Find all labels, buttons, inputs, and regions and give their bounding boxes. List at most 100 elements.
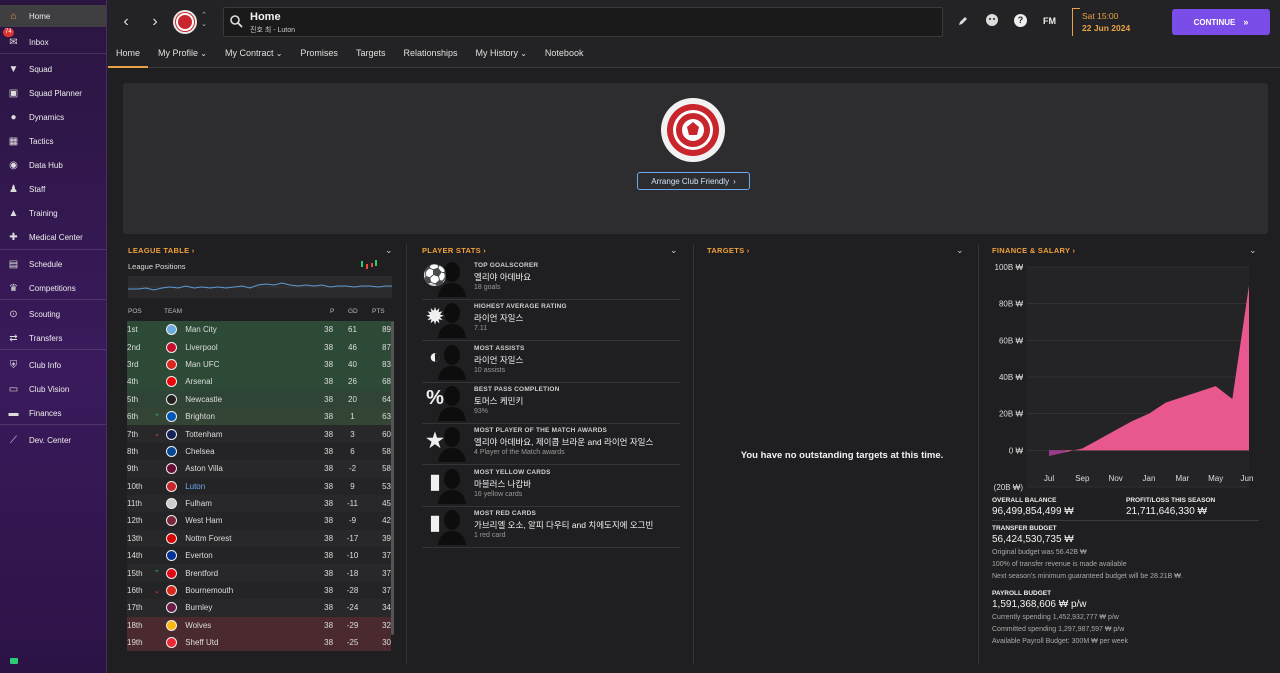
- trophy-icon: ♛: [9, 282, 18, 294]
- manager-face-icon[interactable]: [985, 13, 999, 27]
- table-row[interactable]: 2nd Liverpool 38 46 87: [127, 338, 391, 356]
- player-stat-item[interactable]: % BEST PASS COMPLETION 토머스 케민키 93%: [422, 383, 680, 424]
- search-box[interactable]: Home 진호 최 - Luton: [223, 7, 943, 37]
- table-row[interactable]: 9th Aston Villa 38 -2 58: [127, 460, 391, 478]
- club-crest-icon: [166, 373, 185, 390]
- column-header-pts: PTS: [372, 308, 385, 315]
- points-cell: 58: [382, 464, 391, 474]
- club-crest-button[interactable]: [173, 10, 197, 34]
- league-table-scrollbar[interactable]: [391, 321, 394, 635]
- continue-button[interactable]: CONTINUE »: [1172, 9, 1270, 35]
- sidebar-item-staff[interactable]: ♟ Staff: [0, 178, 106, 200]
- sidebar-item-inbox[interactable]: ✉ 74 Inbox: [0, 28, 106, 53]
- finance-menu-icon[interactable]: ⌄: [1249, 245, 1257, 256]
- player-stat-item[interactable]: ⚽ TOP GOALSCORER 엘리야 아데바요 18 goals: [422, 259, 680, 300]
- stat-player-name[interactable]: 엘리야 아데바요, 제이콥 브라운 and 라이언 자일스: [474, 436, 653, 448]
- sidebar-item-dynamics[interactable]: ● Dynamics: [0, 106, 106, 128]
- player-stat-item[interactable]: ★ MOST PLAYER OF THE MATCH AWARDS 엘리야 아데바요…: [422, 424, 680, 466]
- top-bar: ‹ › ⌃ ⌄ Home 진호 최 - Luton ? FM Sat 15:00 …: [107, 0, 1280, 68]
- arrange-friendly-button[interactable]: Arrange Club Friendly ›: [637, 172, 750, 190]
- player-stat-item[interactable]: ▮ MOST YELLOW CARDS 마블러스 나캄바 16 yellow card…: [422, 466, 680, 507]
- stat-player-name[interactable]: 엘리야 아데바요: [474, 271, 531, 283]
- edit-icon[interactable]: [957, 15, 969, 27]
- help-icon[interactable]: ?: [1014, 14, 1027, 27]
- sidebar-item-data-hub[interactable]: ◉ Data Hub: [0, 154, 106, 176]
- tab-notebook[interactable]: Notebook: [545, 44, 584, 66]
- overall-balance-label: OVERALL BALANCE: [992, 497, 1057, 504]
- table-row[interactable]: 18th Wolves 38 -29 32: [127, 616, 391, 635]
- tab-relationships[interactable]: Relationships: [403, 44, 457, 66]
- goal-diff-cell: -24: [346, 603, 359, 613]
- sidebar-item-transfers[interactable]: ⇄ Transfers: [0, 327, 106, 349]
- player-stats-title[interactable]: PLAYER STATS ›: [422, 246, 486, 255]
- stat-player-name[interactable]: 토머스 케민키: [474, 395, 523, 407]
- points-cell: 37: [382, 551, 391, 561]
- tab-home[interactable]: Home: [107, 44, 149, 68]
- transfer-budget-value: 56,424,530,735 ₩: [992, 534, 1074, 545]
- table-row[interactable]: 3rd Man UFC 38 40 83: [127, 355, 391, 374]
- stat-player-name[interactable]: 라이언 자일스: [474, 312, 523, 324]
- table-row[interactable]: 17th Burnley 38 -24 34: [127, 599, 391, 617]
- sidebar-item-scouting[interactable]: ⊙ Scouting: [0, 303, 106, 325]
- table-row[interactable]: 7th ⌄ Tottenham 38 3 60: [127, 425, 391, 443]
- sidebar-item-squad-planner[interactable]: ▣ Squad Planner: [0, 82, 106, 104]
- club-switch-chevrons-icon[interactable]: ⌃ ⌄: [201, 11, 207, 29]
- home-icon: ⌂: [10, 10, 17, 22]
- table-row[interactable]: 1st Man City 38 61 89: [127, 321, 391, 339]
- x-tick-label: May: [1208, 474, 1223, 483]
- team-cell: Man City: [185, 325, 217, 335]
- table-row[interactable]: 8th Chelsea 38 6 58: [127, 442, 391, 461]
- points-cell: 42: [382, 516, 391, 526]
- tab-label: My Contract: [224, 48, 274, 58]
- table-row[interactable]: 16th ⌄ Bournemouth 38 -28 37: [127, 581, 391, 600]
- tab-my-history[interactable]: My History ⌄: [475, 44, 526, 66]
- table-row[interactable]: 5th Newcastle 38 20 64: [127, 390, 391, 408]
- sidebar-item-dev-center[interactable]: ⟋ Dev. Center: [0, 429, 106, 451]
- table-row[interactable]: 10th Luton 38 9 53: [127, 477, 391, 495]
- sidebar-item-club-vision[interactable]: ▭ Club Vision: [0, 378, 106, 400]
- table-row[interactable]: 11th Fulham 38 -11 45: [127, 494, 391, 513]
- table-row[interactable]: 13th Nottm Forest 38 -17 39: [127, 529, 391, 548]
- tab-promises[interactable]: Promises: [300, 44, 338, 66]
- finance-title[interactable]: FINANCE & SALARY ›: [992, 246, 1075, 255]
- targets-menu-icon[interactable]: ⌄: [956, 245, 964, 256]
- pos-cell: 8th: [127, 446, 139, 456]
- player-stats-menu-icon[interactable]: ⌄: [670, 245, 678, 256]
- sidebar-item-medical-center[interactable]: ✚ Medical Center: [0, 226, 106, 248]
- played-cell: 38: [324, 551, 334, 561]
- table-row[interactable]: 19th Sheff Utd 38 -25 30: [127, 634, 391, 652]
- table-row[interactable]: 6th ⌃ Brighton 38 1 63: [127, 407, 391, 426]
- table-row[interactable]: 12th West Ham 38 -9 42: [127, 512, 391, 530]
- stat-player-name[interactable]: 라이언 자일스: [474, 354, 523, 366]
- tab-targets[interactable]: Targets: [356, 44, 386, 66]
- sidebar-item-tactics[interactable]: ▦ Tactics: [0, 130, 106, 152]
- trend-none: [154, 617, 166, 634]
- sidebar-item-squad[interactable]: ▼ Squad: [0, 58, 106, 80]
- back-button[interactable]: ‹: [114, 11, 138, 33]
- table-row[interactable]: 15th ⌃ Brentford 38 -18 37: [127, 564, 391, 582]
- fm-button[interactable]: FM: [1043, 16, 1056, 26]
- table-row[interactable]: 4th Arsenal 38 26 68: [127, 373, 391, 391]
- sidebar-item-club-info[interactable]: ⛨ Club Info: [0, 354, 106, 376]
- stat-player-name[interactable]: 가브리엘 오소, 알피 다우티 and 치에도지에 오그빈: [474, 519, 653, 531]
- targets-title[interactable]: TARGETS ›: [707, 246, 750, 255]
- tab-my-profile[interactable]: My Profile ⌄: [158, 44, 207, 66]
- tab-my-contract[interactable]: My Contract ⌄: [225, 44, 282, 66]
- table-row[interactable]: 14th Everton 38 -10 37: [127, 547, 391, 565]
- forward-button[interactable]: ›: [143, 11, 167, 33]
- player-stat-item[interactable]: ▮ MOST RED CARDS 가브리엘 오소, 알피 다우티 and 치에도지에…: [422, 507, 680, 548]
- league-table-menu-icon[interactable]: ⌄: [385, 245, 393, 256]
- sidebar-item-training[interactable]: ▲ Training: [0, 202, 106, 224]
- team-cell: Fulham: [185, 499, 212, 509]
- player-stat-item[interactable]: ✹ HIGHEST AVERAGE RATING 라이언 자일스 7.11: [422, 300, 680, 342]
- stat-player-name[interactable]: 마블러스 나캄바: [474, 478, 531, 490]
- player-stat-item[interactable]: ◐ MOST ASSISTS 라이언 자일스 10 assists: [422, 342, 680, 383]
- sidebar-item-schedule[interactable]: ▤ Schedule: [0, 253, 106, 275]
- staff-icon: ♟: [9, 183, 18, 195]
- league-table-title[interactable]: LEAGUE TABLE ›: [128, 246, 195, 255]
- sidebar-item-finances[interactable]: ▬ Finances: [0, 402, 106, 424]
- sidebar-item-competitions[interactable]: ♛ Competitions: [0, 277, 106, 299]
- targets-empty-message: You have no outstanding targets at this …: [740, 450, 944, 461]
- payroll-budget-label: PAYROLL BUDGET: [992, 590, 1052, 597]
- sidebar-item-home[interactable]: ⌂ Home: [0, 5, 106, 27]
